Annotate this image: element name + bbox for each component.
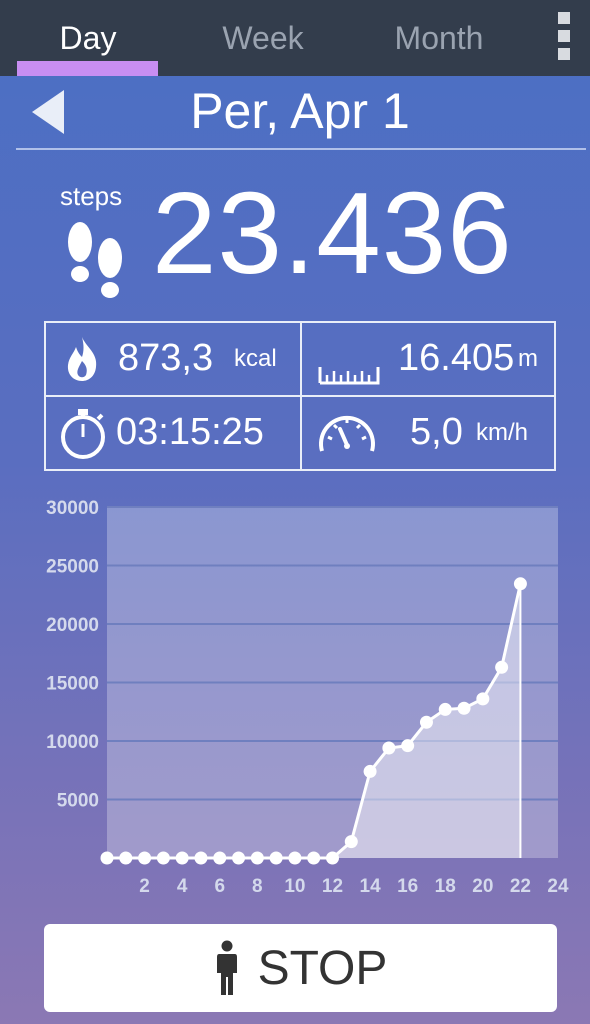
x-tick-label: 18 — [435, 876, 456, 897]
data-point — [382, 741, 396, 755]
date-title: Per, Apr 1 — [190, 83, 410, 139]
y-tick-label: 10000 — [46, 732, 99, 753]
speed-stat: 5,0 km/h — [302, 397, 556, 469]
x-tick-label: 10 — [284, 876, 305, 897]
duration-value: 03:15:25 — [116, 411, 264, 453]
distance-unit: m — [518, 345, 538, 372]
data-point — [476, 692, 490, 706]
data-point — [213, 851, 227, 865]
x-tick-label: 20 — [472, 876, 493, 897]
data-point — [232, 851, 246, 865]
calories-unit: kcal — [234, 345, 277, 372]
speed-unit: km/h — [476, 419, 529, 446]
x-tick-label: 22 — [510, 876, 531, 897]
y-tick-label: 25000 — [46, 557, 99, 578]
stop-button[interactable]: STOP — [44, 924, 557, 1012]
data-point — [495, 660, 509, 674]
stopwatch-icon — [61, 409, 105, 459]
stats-grid: 873,3 kcal 16.405 m 03:15:25 5,0 km/h — [44, 321, 556, 471]
speedometer-icon — [319, 415, 375, 452]
x-tick-label: 2 — [139, 876, 150, 897]
tab-month[interactable]: Month — [364, 0, 514, 76]
data-point — [363, 764, 377, 778]
data-point — [175, 851, 189, 865]
active-tab-indicator — [17, 61, 158, 76]
calories-stat: 873,3 kcal — [46, 323, 300, 395]
person-icon — [216, 940, 237, 995]
ruler-icon — [318, 367, 380, 385]
steps-count: 23.436 — [152, 168, 513, 298]
x-tick-label: 16 — [397, 876, 418, 897]
data-point — [119, 851, 133, 865]
flame-icon — [67, 337, 97, 381]
speed-value: 5,0 — [410, 411, 463, 453]
steps-chart: 30000 25000 20000 15000 10000 5000 2 4 6 8 10 12 14 1… — [0, 490, 590, 900]
data-point — [156, 851, 170, 865]
x-tick-label: 12 — [322, 876, 343, 897]
data-point — [438, 702, 452, 716]
data-point — [344, 835, 358, 849]
data-point — [513, 577, 527, 591]
data-point — [307, 851, 321, 865]
data-point — [250, 851, 264, 865]
data-point — [288, 851, 302, 865]
chart-svg: 300002500020000150001000050002 4 6 8 10 12 14 1… — [46, 498, 569, 897]
tab-week[interactable]: Week — [188, 0, 338, 76]
data-point — [326, 851, 339, 865]
x-tick-label: 14 — [360, 876, 382, 897]
data-point — [419, 715, 433, 729]
x-tick-label: 24 — [547, 876, 569, 897]
data-point — [401, 739, 415, 753]
back-arrow-icon[interactable] — [32, 90, 64, 134]
data-point — [194, 851, 208, 865]
distance-value: 16.405 — [398, 337, 515, 379]
x-tick-label: 8 — [252, 876, 263, 897]
calories-value: 873,3 — [118, 337, 214, 379]
duration-stat: 03:15:25 — [46, 397, 300, 469]
x-tick-label: 6 — [214, 876, 225, 897]
data-point — [269, 851, 283, 865]
y-tick-label: 5000 — [57, 791, 99, 812]
y-tick-label: 30000 — [46, 498, 99, 519]
stop-button-label: STOP — [257, 941, 388, 995]
x-tick-label: 4 — [177, 876, 188, 897]
overflow-menu-icon[interactable] — [552, 12, 576, 60]
header-divider — [16, 148, 586, 150]
steps-label: steps — [60, 181, 123, 211]
footprints-icon — [68, 222, 122, 298]
y-tick-label: 15000 — [46, 674, 99, 695]
data-point — [138, 851, 152, 865]
data-point — [100, 851, 114, 865]
y-tick-label: 20000 — [46, 615, 99, 636]
distance-stat: 16.405 m — [302, 323, 556, 395]
tab-bar: Day Week Month — [0, 0, 590, 76]
data-point — [457, 701, 471, 715]
